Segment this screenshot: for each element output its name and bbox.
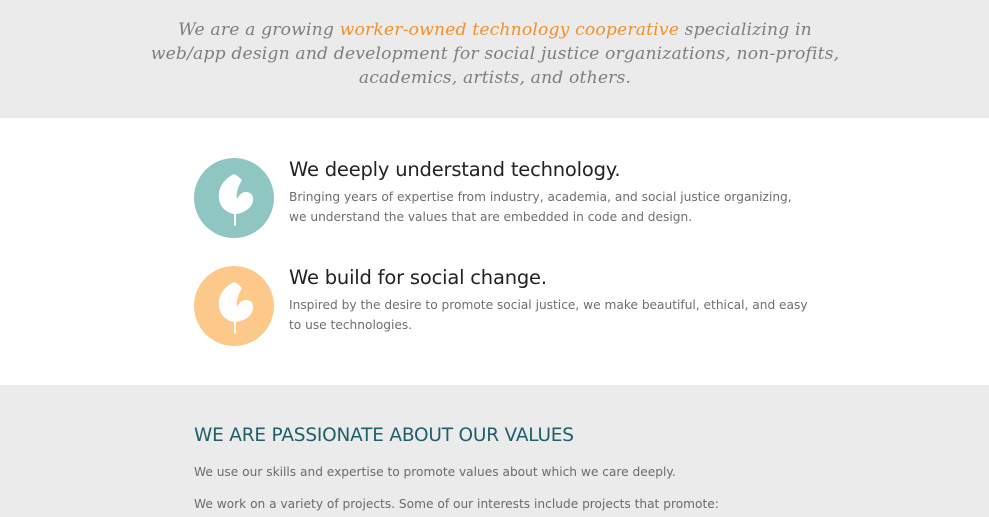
feature-social-change-title: We build for social change. [289, 266, 547, 289]
values-paragraph-skills: We use our skills and expertise to promo… [194, 465, 676, 479]
intro-banner: We are a growing worker-owned technology… [0, 0, 989, 118]
values-paragraph-projects: We work on a variety of projects. Some o… [194, 497, 719, 511]
feature-social-change-circle [194, 266, 274, 346]
feature-technology-description: Bringing years of expertise from industr… [289, 190, 792, 224]
values-heading: WE ARE PASSIONATE ABOUT OUR VALUES [194, 425, 574, 446]
feature-technology-title: We deeply understand technology. [289, 158, 621, 181]
intro-text-before: We are a growing [178, 20, 340, 40]
intro-tagline: We are a growing worker-owned technology… [150, 18, 840, 90]
values-section: WE ARE PASSIONATE ABOUT OUR VALUES We us… [0, 385, 989, 517]
features-section: We deeply understand technology. Bringin… [0, 118, 989, 385]
leaf-icon [218, 282, 254, 334]
feature-social-change-description: Inspired by the desire to promote social… [289, 298, 808, 332]
feature-technology-circle [194, 158, 274, 238]
cooperative-link[interactable]: worker-owned technology cooperative [340, 20, 679, 40]
leaf-icon [218, 174, 254, 226]
